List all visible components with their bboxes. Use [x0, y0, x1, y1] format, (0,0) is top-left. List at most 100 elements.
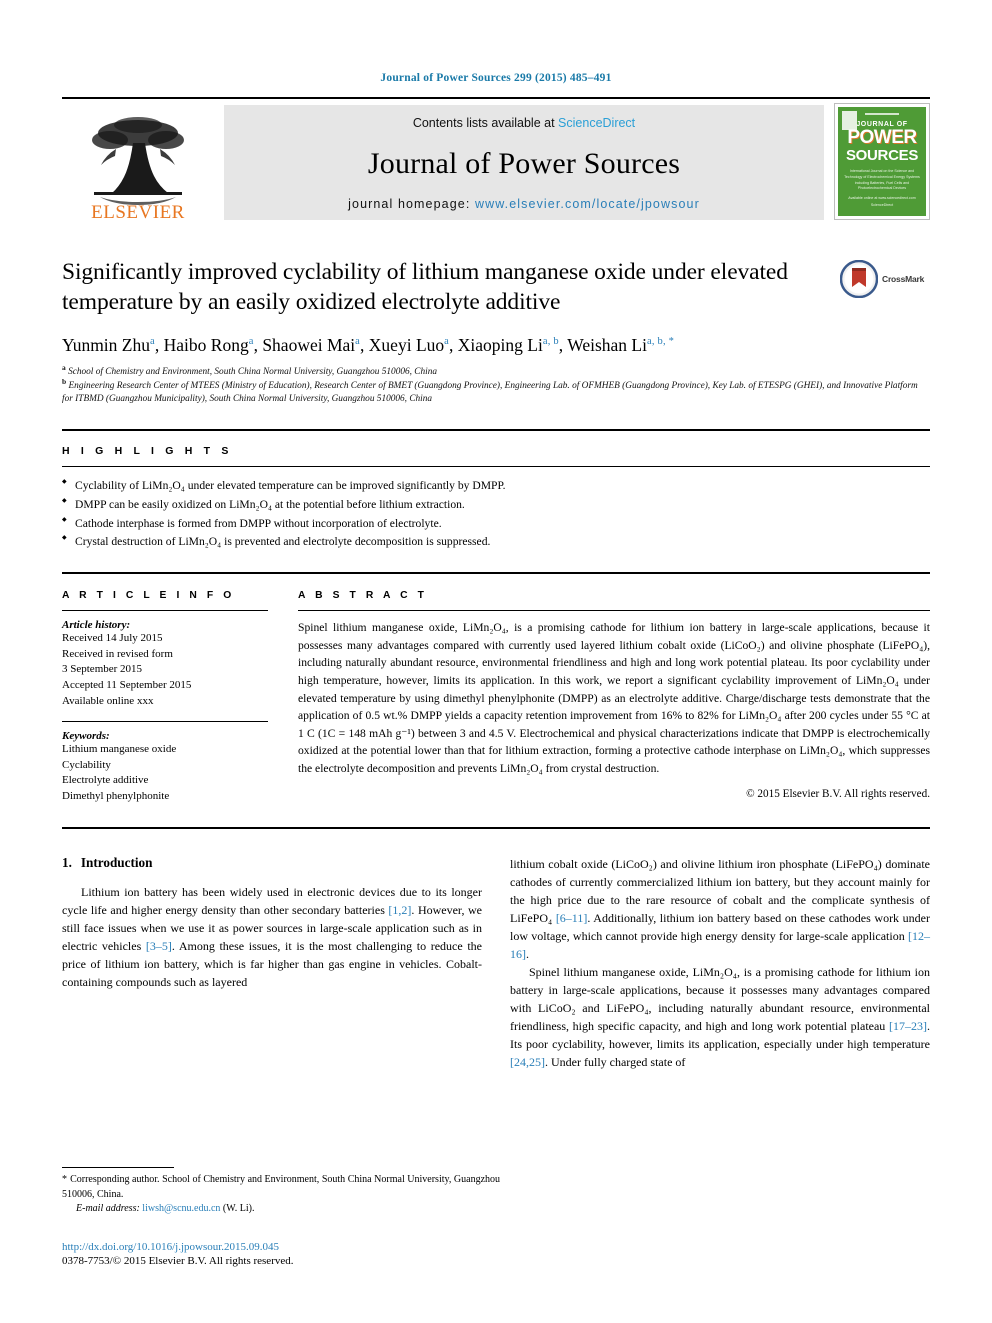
- homepage-prefix: journal homepage:: [348, 197, 471, 211]
- cover-elsevier-mark-icon: [842, 111, 857, 130]
- running-head: Journal of Power Sources 299 (2015) 485–…: [380, 72, 612, 84]
- author-1-name: Yunmin Zhu: [62, 335, 150, 356]
- email-owner: (W. Li).: [222, 1203, 255, 1214]
- author-2-affil-marker: a: [248, 336, 254, 348]
- keyword-item: Lithium manganese oxide: [62, 743, 177, 756]
- elsevier-wordmark: ELSEVIER: [91, 202, 185, 223]
- author-6-affil-marker: a, b, *: [646, 336, 675, 348]
- section-title: Introduction: [80, 854, 153, 870]
- citation-17-23[interactable]: [17–23]: [889, 1019, 927, 1033]
- intro-paragraph-3: Spinel lithium manganese oxide, LiMn₂O₄,…: [510, 963, 930, 1071]
- title-text-wrap: Significantly improved cyclability of li…: [62, 258, 840, 317]
- history-item: 3 September 2015: [62, 663, 143, 676]
- crossmark-label: CrossMark: [882, 274, 925, 284]
- section-heading-introduction: 1. Introduction: [62, 855, 482, 871]
- abstract-copyright: © 2015 Elsevier B.V. All rights reserved…: [746, 787, 930, 800]
- keyword-item: Dimethyl phenylphonite: [62, 789, 170, 802]
- citation-1-2[interactable]: [1,2]: [388, 903, 411, 917]
- keywords-label: Keywords:: [62, 730, 110, 743]
- journal-homepage-line: journal homepage: www.elsevier.com/locat…: [348, 197, 700, 211]
- doi-line: http://dx.doi.org/10.1016/j.jpowsour.201…: [62, 1239, 500, 1256]
- list-item: Cyclability of LiMn₂O₄ under elevated te…: [62, 477, 930, 496]
- author-list: Yunmin Zhua, Haibo Ronga, Shaowei Maia, …: [62, 335, 675, 356]
- author-5-affil-marker: a, b: [542, 336, 559, 348]
- affiliation-list: a School of Chemistry and Environment, S…: [62, 364, 930, 407]
- contents-prefix: Contents lists available at: [412, 116, 555, 130]
- list-item: Cathode interphase is formed from DMPP w…: [62, 515, 930, 534]
- email-label: E-mail address:: [76, 1203, 140, 1214]
- title-block: Significantly improved cyclability of li…: [62, 258, 930, 317]
- author-3-affil-marker: a: [355, 336, 361, 348]
- author-2: Haibo Ronga: [164, 335, 254, 355]
- keywords-block: Keywords: Lithium manganese oxide Cyclab…: [62, 721, 268, 804]
- cover-power-label: POWER: [847, 127, 917, 148]
- list-item: DMPP can be easily oxidized on LiMn₂O₄ a…: [62, 496, 930, 515]
- affiliation-b: b Engineering Research Center of MTEES (…: [62, 376, 930, 407]
- author-4-name: Xueyi Luo: [368, 335, 445, 356]
- page-footer: * Corresponding author. School of Chemis…: [62, 1167, 500, 1267]
- affiliation-a: a School of Chemistry and Environment, S…: [62, 364, 930, 380]
- crossmark-badge[interactable]: CrossMark: [840, 258, 930, 298]
- author-3-name: Shaowei Mai: [262, 335, 356, 356]
- page-title: Significantly improved cyclability of li…: [62, 259, 788, 315]
- article-page: Journal of Power Sources 299 (2015) 485–…: [0, 0, 992, 1323]
- keyword-item: Cyclability: [62, 758, 111, 771]
- keywords-list: Lithium manganese oxide Cyclability Elec…: [62, 742, 268, 804]
- elsevier-logo: ELSEVIER: [62, 99, 214, 224]
- masthead-center-panel: Contents lists available at ScienceDirec…: [224, 105, 824, 220]
- highlights-heading: H I G H L I G H T S: [62, 444, 233, 457]
- abstract-rule: [298, 610, 930, 612]
- corresponding-text: Corresponding author. School of Chemistr…: [62, 1174, 501, 1200]
- cover-artwork: JOURNAL OF POWER SOURCES International J…: [838, 107, 926, 216]
- journal-masthead: ELSEVIER Contents lists available at Sci…: [62, 97, 930, 224]
- history-item: Accepted 11 September 2015: [62, 678, 192, 691]
- contents-available-line: Contents lists available at ScienceDirec…: [413, 116, 635, 130]
- elsevier-tree-icon: [92, 117, 184, 205]
- citation-6-11[interactable]: [6–11]: [556, 911, 588, 925]
- cover-top-rule: [865, 113, 899, 115]
- cover-sources-label: SOURCES: [845, 147, 919, 165]
- author-5: Xiaoping Lia, b: [458, 335, 559, 355]
- intro-p2-part-c: .: [526, 946, 529, 961]
- corresponding-email-link[interactable]: liwsh@scnu.edu.cn: [142, 1203, 220, 1214]
- affiliation-b-text: Engineering Research Center of MTEES (Mi…: [62, 380, 918, 405]
- abstract-heading: A B S T R A C T: [298, 590, 428, 602]
- highlights-underline-rule: [62, 465, 930, 467]
- citation-3-5[interactable]: [3–5]: [146, 939, 172, 953]
- cover-bottom-credit: Available online at www.sciencedirect.co…: [848, 196, 916, 207]
- author-4: Xueyi Luoa: [369, 335, 449, 355]
- body-top-rule: [62, 826, 930, 829]
- abstract-text: Spinel lithium manganese oxide, LiMn₂O₄,…: [298, 621, 930, 775]
- author-6: Weishan Lia, b, *: [567, 335, 674, 355]
- journal-cover-thumbnail[interactable]: JOURNAL OF POWER SOURCES International J…: [834, 103, 930, 220]
- corresponding-author-note: * Corresponding author. School of Chemis…: [62, 1173, 500, 1217]
- author-1-affil-marker: a: [150, 336, 155, 348]
- article-info-rule: [62, 610, 268, 612]
- history-item: Received in revised form: [62, 647, 173, 660]
- issn-copyright-line: 0378-7753/© 2015 Elsevier B.V. All right…: [62, 1255, 294, 1267]
- doi-link[interactable]: http://dx.doi.org/10.1016/j.jpowsour.201…: [62, 1241, 279, 1253]
- citation-24-25[interactable]: [24,25]: [510, 1055, 545, 1069]
- author-1: Yunmin Zhua: [62, 335, 155, 355]
- sciencedirect-link[interactable]: ScienceDirect: [558, 116, 635, 130]
- intro-paragraph-1: Lithium ion battery has been widely used…: [62, 883, 482, 991]
- author-2-name: Haibo Rong: [163, 335, 249, 356]
- list-item: Crystal destruction of LiMn₂O₄ is preven…: [62, 533, 930, 552]
- article-info-heading: A R T I C L E I N F O: [62, 590, 235, 602]
- intro-paragraph-2: lithium cobalt oxide (LiCoO₂) and olivin…: [510, 855, 930, 963]
- journal-homepage-link[interactable]: www.elsevier.com/locate/jpowsour: [475, 197, 700, 211]
- keywords-rule: [62, 721, 268, 723]
- affiliation-b-marker: b: [62, 376, 67, 386]
- corresponding-marker: *: [62, 1174, 68, 1185]
- history-item: Received 14 July 2015: [62, 632, 163, 645]
- article-history-list: Received 14 July 2015 Received in revise…: [62, 631, 268, 709]
- author-3: Shaowei Maia: [262, 335, 360, 355]
- journal-title: Journal of Power Sources: [367, 146, 681, 180]
- abstract-column: A B S T R A C T Spinel lithium manganese…: [298, 590, 930, 804]
- body-column-right: lithium cobalt oxide (LiCoO₂) and olivin…: [510, 855, 930, 1071]
- affiliation-a-text: School of Chemistry and Environment, Sou…: [68, 366, 438, 377]
- highlights-top-rule: [62, 428, 930, 431]
- highlights-list: Cyclability of LiMn₂O₄ under elevated te…: [62, 477, 930, 552]
- info-abstract-section: A R T I C L E I N F O Article history: R…: [62, 572, 930, 804]
- crossmark-icon: [840, 260, 878, 298]
